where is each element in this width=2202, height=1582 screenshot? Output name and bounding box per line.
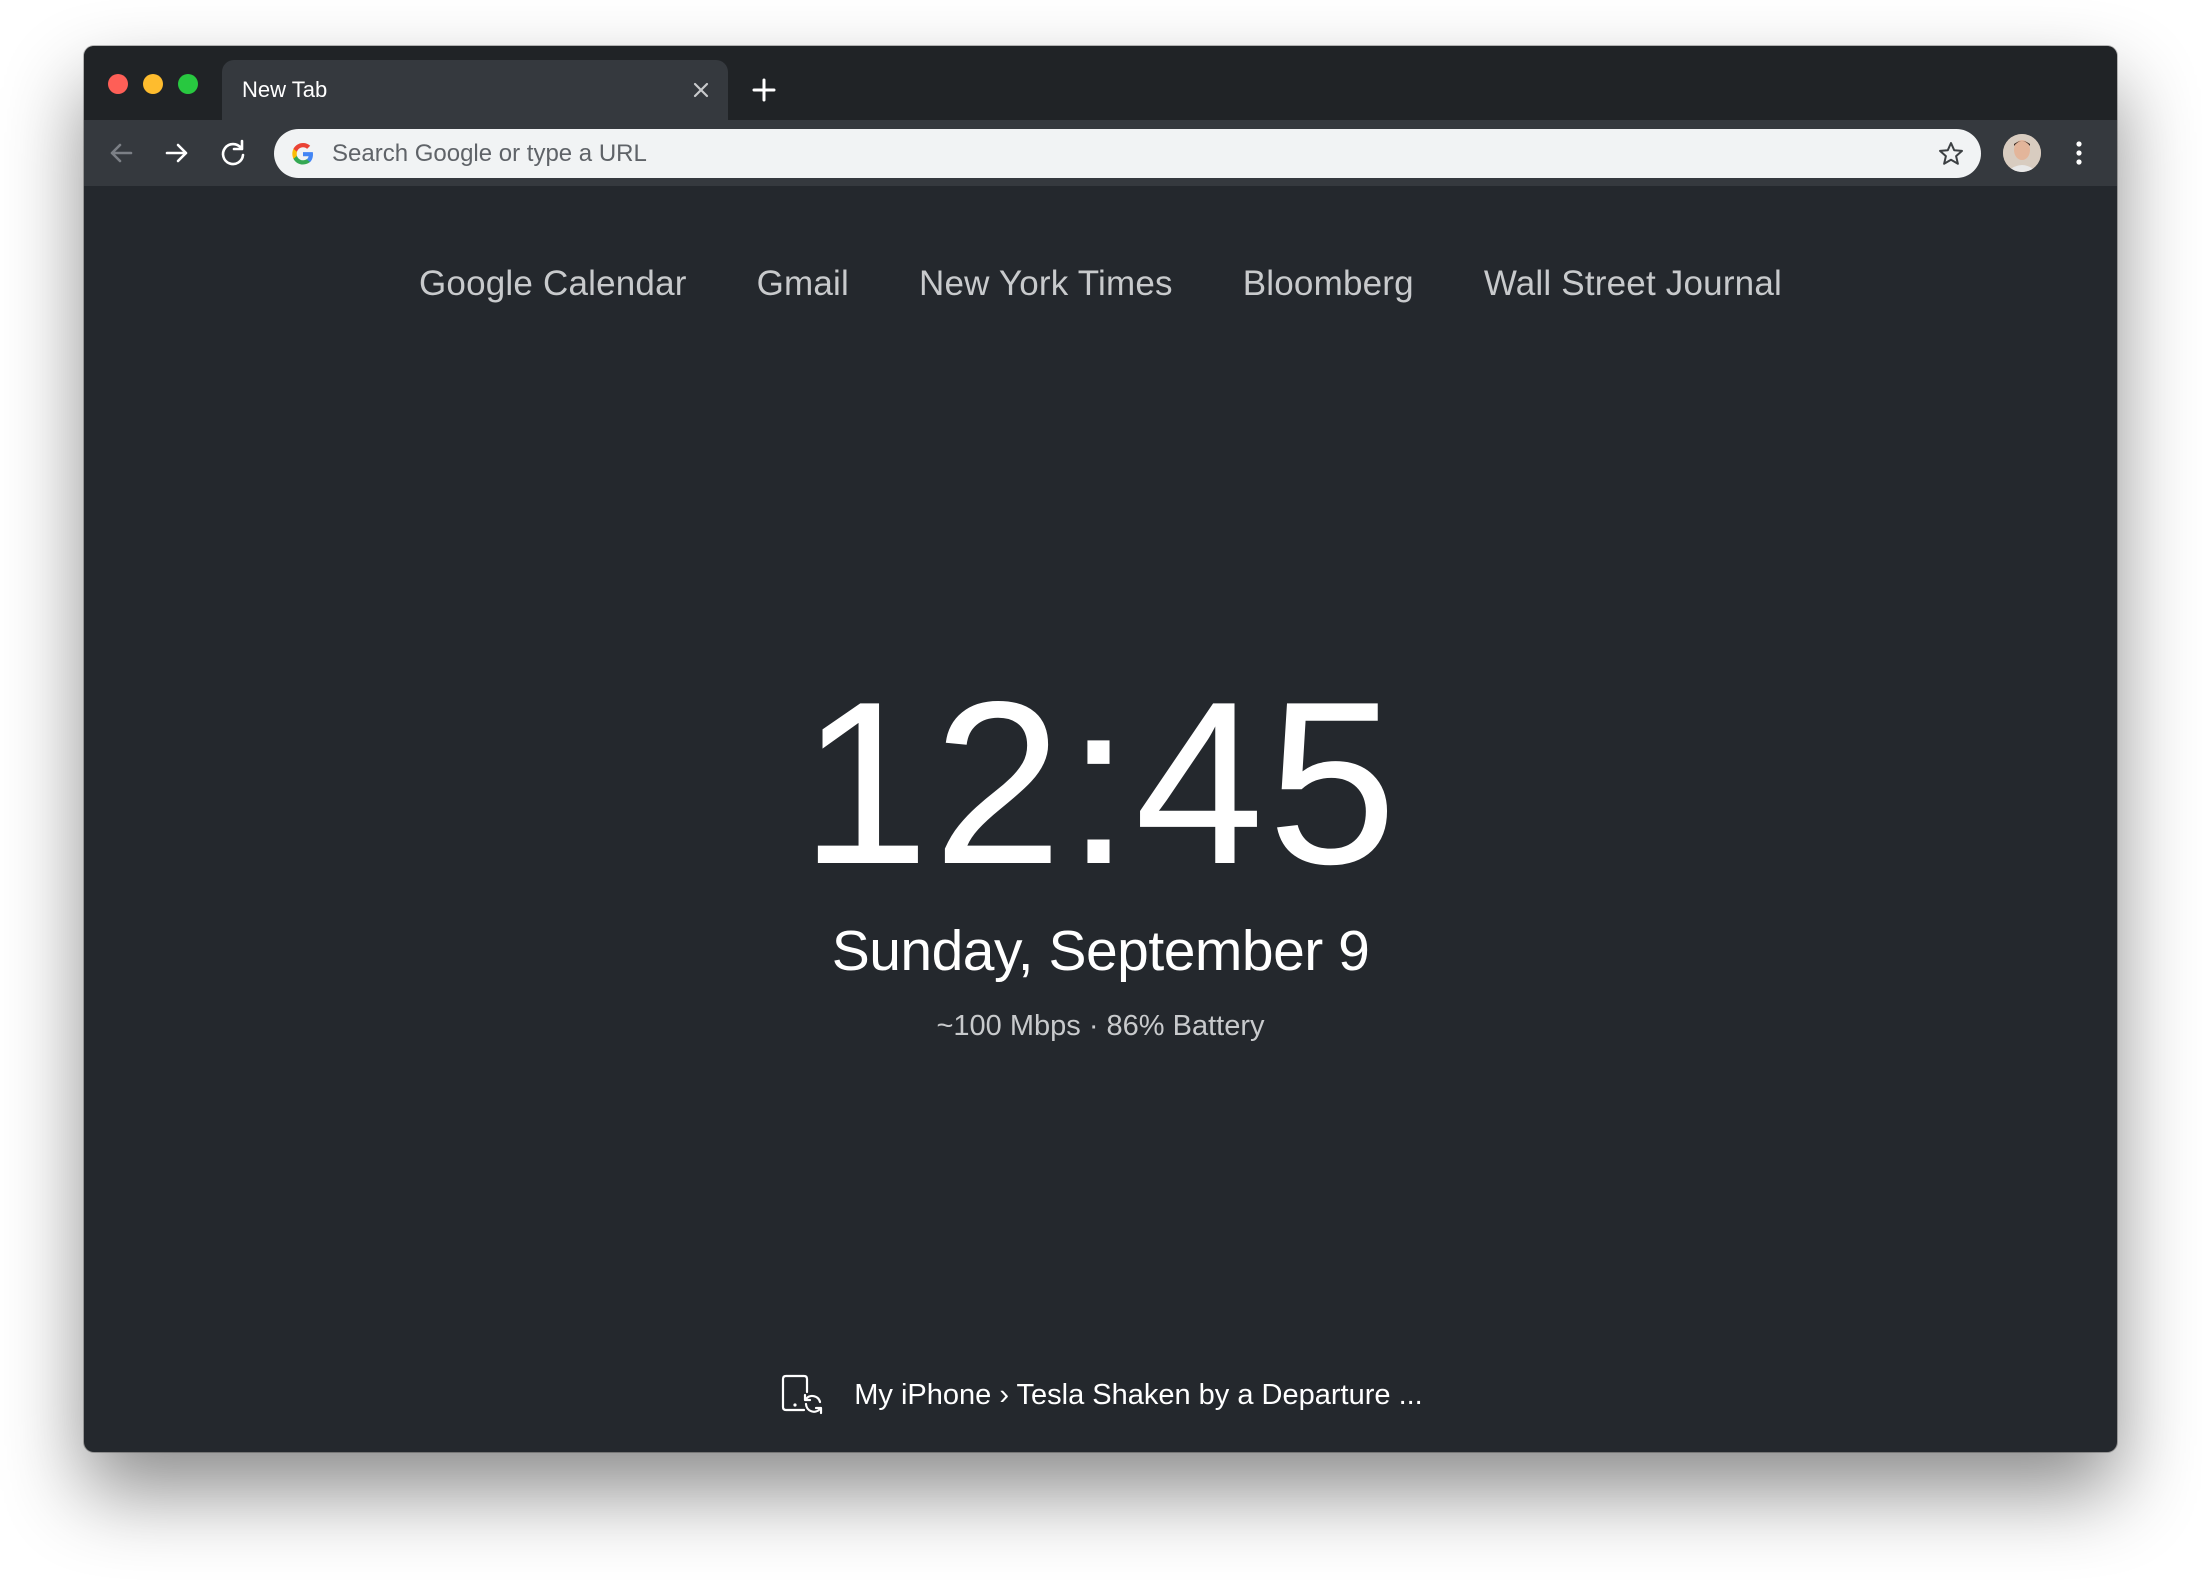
shortcut-bloomberg[interactable]: Bloomberg (1243, 264, 1414, 304)
toolbar (84, 120, 2117, 186)
shortcut-google-calendar[interactable]: Google Calendar (419, 264, 687, 304)
clock-time: 12:45 (800, 654, 1401, 913)
reload-icon[interactable] (216, 136, 250, 170)
shortcut-links: Google Calendar Gmail New York Times Blo… (84, 264, 2117, 304)
new-tab-page: Google Calendar Gmail New York Times Blo… (84, 186, 2117, 1452)
star-icon[interactable] (1937, 140, 1965, 168)
avatar[interactable] (2003, 134, 2041, 172)
tab-new-tab[interactable]: New Tab (222, 60, 728, 120)
shortcut-gmail[interactable]: Gmail (757, 264, 849, 304)
window-minimize-button[interactable] (143, 74, 163, 94)
google-g-icon (290, 141, 316, 167)
plus-icon[interactable] (748, 74, 780, 106)
search-input[interactable] (332, 129, 1892, 178)
window-zoom-button[interactable] (178, 74, 198, 94)
device-tab-text: My iPhone › Tesla Shaken by a Departure … (854, 1378, 1423, 1411)
shortcut-wall-street-journal[interactable]: Wall Street Journal (1484, 264, 1782, 304)
tab-title: New Tab (242, 77, 328, 102)
shortcut-new-york-times[interactable]: New York Times (919, 264, 1173, 304)
browser-window: New Tab Search Google or type a URL Goog… (84, 46, 2117, 1452)
device-tab-link[interactable]: My iPhone › Tesla Shaken by a Departure … (84, 1372, 2117, 1418)
arrow-right-icon[interactable] (160, 136, 194, 170)
clock-date: Sunday, September 9 (831, 919, 1370, 983)
kebab-menu-icon[interactable] (2062, 136, 2096, 170)
omnibox[interactable] (274, 129, 1981, 178)
tab-strip: New Tab (84, 46, 2117, 120)
system-status: ~100 Mbps · 86% Battery (936, 1010, 1265, 1042)
device-sync-icon (778, 1372, 824, 1418)
window-close-button[interactable] (108, 74, 128, 94)
arrow-left-icon[interactable] (104, 136, 138, 170)
close-icon[interactable] (690, 79, 712, 101)
